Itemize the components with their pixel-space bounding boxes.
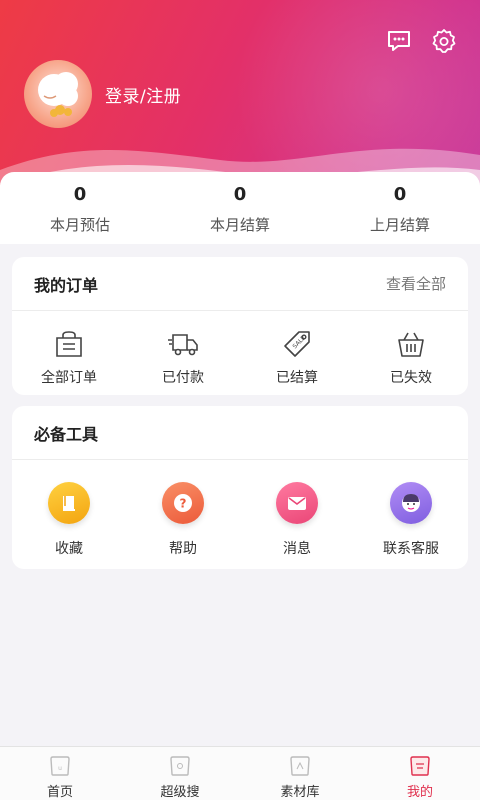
- tab-material-library[interactable]: 素材库: [240, 747, 360, 800]
- order-paid-item[interactable]: 已付款: [126, 311, 240, 387]
- tool-customer-service[interactable]: 联系客服: [354, 460, 468, 558]
- stat-month-estimate[interactable]: 0 本月预估: [0, 172, 160, 244]
- tool-label: 联系客服: [383, 541, 439, 557]
- earnings-stats: 0 本月预估 0 本月结算 0 上月结算: [0, 172, 480, 244]
- tab-super-search[interactable]: 超级搜: [120, 747, 240, 800]
- login-register-link[interactable]: 登录/注册: [105, 82, 181, 107]
- truck-icon: [166, 327, 200, 361]
- order-item-label: 已付款: [162, 370, 204, 386]
- essential-tools-header: 必备工具: [12, 406, 468, 460]
- library-tab-icon: [287, 754, 313, 778]
- view-all-orders-link[interactable]: 查看全部: [386, 273, 446, 294]
- stat-label: 本月预估: [49, 216, 110, 234]
- bottom-tab-bar: u 首页 超级搜 素材库 我的: [0, 746, 480, 800]
- sale-tag-icon: SALE: [280, 327, 314, 361]
- tab-label: 素材库: [280, 785, 320, 800]
- favorite-book-icon: [48, 482, 90, 524]
- tool-messages[interactable]: 消息: [240, 460, 354, 558]
- help-icon: ?: [162, 482, 204, 524]
- order-settled-item[interactable]: SALE 已结算: [240, 311, 354, 387]
- tool-label: 收藏: [55, 541, 83, 557]
- stat-value: 0: [73, 184, 87, 205]
- tab-home[interactable]: u 首页: [0, 747, 120, 800]
- my-orders-card: 我的订单 查看全部 全部订单 已付款 SALE 已结算 已失效: [12, 257, 468, 395]
- stat-month-settled[interactable]: 0 本月结算: [160, 172, 320, 244]
- stat-last-month-settled[interactable]: 0 上月结算: [320, 172, 480, 244]
- essential-tools-card: 必备工具 收藏 ? 帮助 消息 联系客服: [12, 406, 468, 569]
- tab-label: 我的: [406, 785, 433, 800]
- tool-help[interactable]: ? 帮助: [126, 460, 240, 558]
- search-tab-icon: [167, 754, 193, 778]
- tab-mine[interactable]: 我的: [360, 747, 480, 800]
- svg-text:?: ?: [180, 497, 187, 511]
- basket-icon: [394, 327, 428, 361]
- tab-label: 首页: [46, 785, 73, 800]
- gear-icon[interactable]: [430, 27, 458, 55]
- mine-tab-icon: [407, 754, 433, 778]
- bag-icon: [52, 327, 86, 361]
- order-item-label: 已失效: [390, 370, 432, 386]
- my-orders-title: 我的订单: [34, 275, 99, 295]
- essential-tools-title: 必备工具: [34, 424, 99, 444]
- order-expired-item[interactable]: 已失效: [354, 311, 468, 387]
- mail-icon: [276, 482, 318, 524]
- stat-label: 上月结算: [369, 216, 430, 234]
- order-item-label: 全部订单: [41, 370, 97, 386]
- tool-label: 帮助: [169, 541, 197, 557]
- message-icon[interactable]: [385, 27, 413, 55]
- avatar[interactable]: [24, 60, 92, 128]
- tool-favorites[interactable]: 收藏: [12, 460, 126, 558]
- svg-text:u: u: [58, 765, 62, 772]
- order-item-label: 已结算: [276, 370, 318, 386]
- stat-value: 0: [393, 184, 407, 205]
- stat-value: 0: [233, 184, 247, 205]
- tab-label: 超级搜: [160, 785, 200, 800]
- home-tab-icon: u: [47, 754, 73, 778]
- order-all-item[interactable]: 全部订单: [12, 311, 126, 387]
- stat-label: 本月结算: [209, 216, 270, 234]
- customer-service-icon: [390, 482, 432, 524]
- tool-label: 消息: [283, 541, 311, 557]
- my-orders-header: 我的订单 查看全部: [12, 257, 468, 311]
